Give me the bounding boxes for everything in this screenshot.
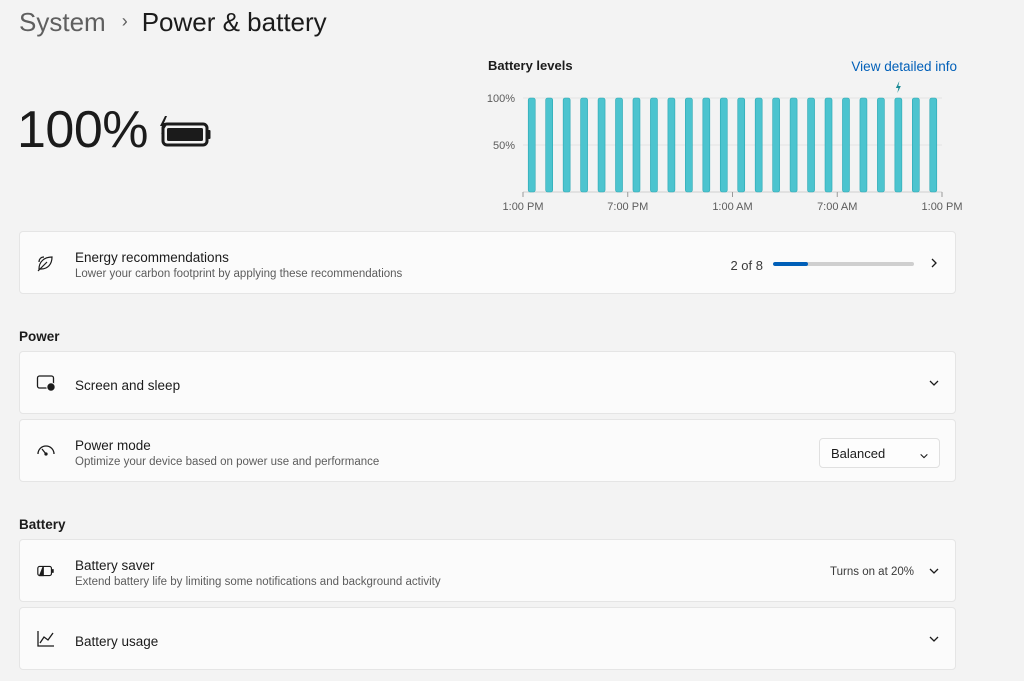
battery-level-bar bbox=[580, 97, 588, 193]
speedometer-icon bbox=[36, 441, 56, 461]
breadcrumb: System › Power & battery bbox=[19, 4, 327, 40]
energy-recommendations-card[interactable]: Energy recommendations Lower your carbon… bbox=[19, 231, 956, 294]
battery-level-bar bbox=[667, 97, 676, 193]
battery-saver-title: Battery saver bbox=[75, 558, 155, 573]
battery-charging-icon bbox=[158, 114, 212, 153]
breadcrumb-separator: › bbox=[121, 10, 128, 31]
battery-usage-card[interactable]: Battery usage bbox=[19, 607, 956, 670]
battery-level-bar bbox=[562, 97, 571, 193]
battery-levels-chart: 100% 50% 1:00 PM 7:00 PM 1:00 AM 7:00 AM 1:00 … bbox=[487, 81, 963, 213]
battery-percentage: 100% bbox=[17, 101, 149, 159]
page-title: Power & battery bbox=[141, 6, 327, 37]
power-mode-card: Power mode Optimize your device based on… bbox=[19, 419, 956, 482]
battery-level-bar bbox=[894, 97, 903, 193]
screen-and-sleep-title: Screen and sleep bbox=[75, 378, 181, 393]
leaf-icon bbox=[36, 253, 56, 273]
battery-levels-title: Battery levels bbox=[488, 58, 573, 73]
chevron-down-icon bbox=[927, 632, 941, 646]
lightning-icon bbox=[895, 81, 901, 93]
battery-saver-card[interactable]: Battery saver Extend battery life by lim… bbox=[19, 539, 956, 602]
power-mode-selected-value: Balanced bbox=[831, 446, 886, 461]
battery-level-bar bbox=[632, 97, 641, 193]
power-mode-title: Power mode bbox=[75, 438, 151, 453]
chevron-down-icon bbox=[919, 448, 929, 466]
breadcrumb-system-link[interactable]: System bbox=[19, 7, 106, 38]
battery-level-bar bbox=[754, 97, 763, 193]
recommendations-progress-fill bbox=[773, 262, 809, 266]
battery-usage-title: Battery usage bbox=[75, 634, 159, 649]
battery-level-bar bbox=[842, 97, 850, 193]
chart-x-tick-label: 1:00 PM bbox=[503, 201, 544, 213]
chart-x-tick-label: 1:00 AM bbox=[712, 201, 752, 213]
battery-level-bar bbox=[912, 97, 920, 193]
energy-recommendations-title: Energy recommendations bbox=[75, 250, 229, 265]
battery-level-bar bbox=[685, 97, 693, 193]
battery-level-bar bbox=[545, 97, 553, 193]
recommendations-count: 2 of 8 bbox=[730, 258, 763, 273]
battery-level-bar bbox=[719, 97, 728, 193]
chart-x-tick-label: 7:00 AM bbox=[817, 201, 857, 213]
battery-level-bar bbox=[737, 97, 746, 193]
chart-x-tick-label: 1:00 PM bbox=[922, 201, 963, 213]
battery-level-bar bbox=[702, 97, 711, 193]
battery-level-bar bbox=[615, 97, 623, 193]
battery-level-bar bbox=[650, 97, 658, 193]
battery-level-bar bbox=[929, 97, 938, 193]
battery-level-bar bbox=[877, 97, 885, 193]
view-detailed-info-link[interactable]: View detailed info bbox=[851, 59, 957, 74]
battery-level-bar bbox=[527, 97, 536, 193]
chevron-down-icon bbox=[927, 376, 941, 390]
recommendations-progress-bar bbox=[773, 262, 914, 266]
energy-recommendations-subtitle: Lower your carbon footprint by applying … bbox=[75, 268, 403, 280]
screen-and-sleep-card[interactable]: Screen and sleep bbox=[19, 351, 956, 414]
chart-line-icon bbox=[36, 629, 56, 649]
power-mode-dropdown[interactable]: Balanced bbox=[819, 438, 940, 468]
chevron-right-icon bbox=[927, 256, 941, 270]
battery-saver-subtitle: Extend battery life by limiting some not… bbox=[75, 576, 441, 588]
battery-saver-icon bbox=[36, 561, 56, 581]
chart-y-tick-label: 50% bbox=[493, 140, 515, 152]
battery-saver-status: Turns on at 20% bbox=[830, 566, 914, 578]
battery-level-bar bbox=[859, 97, 868, 193]
chart-x-tick-label: 7:00 PM bbox=[607, 201, 648, 213]
battery-level-bar bbox=[772, 97, 780, 193]
battery-section-label: Battery bbox=[19, 517, 66, 532]
chart-y-tick-label: 100% bbox=[487, 93, 515, 105]
chevron-down-icon bbox=[927, 564, 941, 578]
screen-sleep-icon bbox=[36, 373, 56, 393]
battery-level-bar bbox=[807, 97, 815, 193]
battery-level-bar bbox=[824, 97, 833, 193]
battery-level-bar bbox=[597, 97, 606, 193]
battery-level-bar bbox=[789, 97, 798, 193]
power-mode-subtitle: Optimize your device based on power use … bbox=[75, 456, 380, 468]
power-section-label: Power bbox=[19, 329, 60, 344]
